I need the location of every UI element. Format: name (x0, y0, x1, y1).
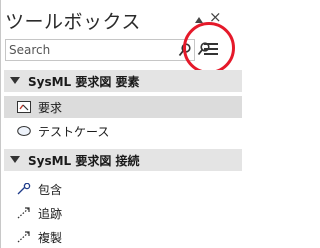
section-header-requirement-connectors[interactable]: SysML 要求図 接続 (4, 149, 242, 171)
testcase-icon (17, 126, 31, 136)
toolbox-item-trace[interactable]: 追跡 (4, 202, 242, 224)
collapse-triangle-icon[interactable] (10, 156, 20, 163)
toolbox-item-containment[interactable]: 包含 (4, 178, 242, 200)
copy-icon (17, 231, 30, 243)
toolbox-item-testcase[interactable]: テストケース (4, 120, 242, 142)
toolbox-item-copy[interactable]: 複製 (4, 226, 242, 248)
collapse-triangle-icon[interactable] (10, 77, 20, 84)
item-label: テストケース (38, 125, 110, 139)
toolbox-title: ツールボックス (5, 11, 141, 33)
item-label: 追跡 (38, 207, 63, 221)
item-label: 複製 (38, 231, 63, 245)
requirement-icon (17, 101, 31, 113)
highlight-circle (183, 22, 235, 74)
toolbox-panel: ツールボックス × SysML 要求図 要素 要求 (0, 0, 242, 248)
section-label: SysML 要求図 接続 (28, 154, 140, 168)
containment-icon (17, 183, 31, 195)
search-box (5, 39, 195, 61)
item-label: 要求 (38, 101, 63, 115)
trace-icon (17, 207, 30, 219)
section-label: SysML 要求図 要素 (28, 75, 140, 89)
toolbox-item-requirement[interactable]: 要求 (4, 96, 242, 118)
item-label: 包含 (38, 183, 63, 197)
section-header-requirement-elements[interactable]: SysML 要求図 要素 (4, 70, 242, 92)
search-input[interactable] (9, 42, 159, 58)
